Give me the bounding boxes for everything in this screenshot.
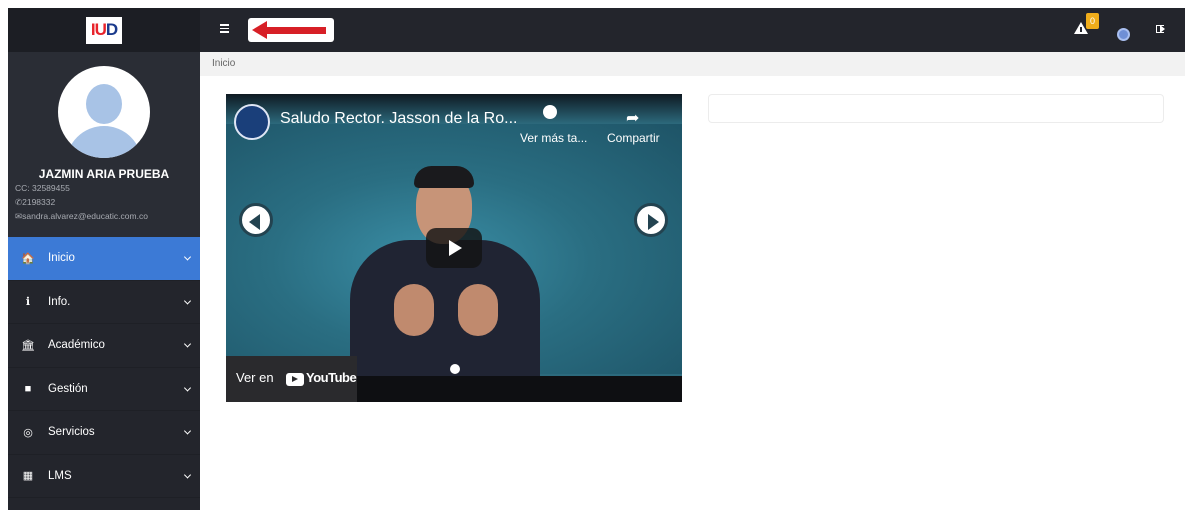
arrow-shaft-shape (266, 27, 326, 34)
hamburger-menu-icon[interactable] (220, 24, 229, 33)
sidebar-item-servicios[interactable]: ◎ Servicios (8, 411, 200, 455)
logo-text-b: D (105, 20, 118, 39)
play-button[interactable] (426, 228, 482, 268)
share-icon[interactable]: ➦ (626, 108, 639, 128)
sidebar-item-label: Gestión (48, 382, 88, 395)
sidebar-item-label: LMS (48, 469, 72, 482)
logo-bar: IU D (8, 8, 200, 52)
university-icon: 🏛 (21, 339, 35, 352)
sidebar-item-info[interactable]: ℹ Info. (8, 281, 200, 324)
sidebar-item-lms[interactable]: ▦ LMS (8, 455, 200, 498)
watch-on-youtube-button[interactable]: Ver en YouTube (226, 356, 357, 402)
user-email: sandra.alvarez@educatic.com.co (22, 211, 148, 221)
youtube-logo-icon (286, 373, 304, 386)
chevron-down-icon (183, 340, 192, 348)
breadcrumb-current[interactable]: Inicio (212, 58, 235, 69)
user-email-row: ✉sandra.alvarez@educatic.com.co (8, 210, 200, 223)
user-id: CC: 32589455 (15, 183, 70, 193)
notification-badge: 0 (1086, 13, 1099, 29)
breadcrumb: Inicio (200, 52, 1185, 76)
youtube-wordmark: YouTube (306, 370, 357, 385)
warning-mark (1080, 27, 1082, 32)
carousel-prev-button[interactable] (239, 203, 273, 237)
avatar-body-shape (66, 126, 142, 158)
avatar-head-shape (86, 84, 122, 124)
chevron-down-icon (183, 471, 192, 479)
grid-icon: ▦ (22, 470, 34, 483)
info-icon: ℹ (25, 296, 31, 309)
user-profile: JAZMIN ARIA PRUEBA CC: 32589455 ✆2198332… (8, 52, 200, 237)
channel-avatar[interactable] (234, 104, 270, 140)
sidebar: IU D JAZMIN ARIA PRUEBA CC: 32589455 ✆219… (8, 8, 200, 510)
carousel-next-button[interactable] (634, 203, 668, 237)
chevron-down-icon (183, 427, 192, 435)
chevron-down-icon (183, 384, 192, 392)
carousel-dot[interactable] (450, 364, 460, 374)
sidebar-item-label: Académico (48, 339, 105, 352)
home-icon: 🏠 (21, 252, 35, 265)
red-arrow-annotation (248, 18, 334, 42)
sidebar-item-label: Inicio (48, 252, 75, 265)
sidebar-item-gestion[interactable]: ■ Gestión (8, 368, 200, 411)
user-phone-row: ✆2198332 (8, 196, 200, 209)
avatar (58, 66, 150, 158)
top-bar: 0 (200, 8, 1185, 52)
user-name: JAZMIN ARIA PRUEBA (38, 167, 170, 181)
user-menu-avatar[interactable] (1117, 28, 1130, 41)
arrow-head-shape (252, 21, 267, 39)
watch-on-label: Ver en (236, 370, 274, 385)
user-phone: 2198332 (22, 197, 56, 207)
sidebar-item-academico[interactable]: 🏛 Académico (8, 324, 200, 368)
chevron-down-icon (183, 253, 192, 261)
sidebar-item-label: Info. (48, 295, 71, 308)
logout-arrow-shape (1160, 25, 1165, 33)
brand-logo[interactable]: IU D (86, 16, 122, 44)
sidebar-item-inicio[interactable]: 🏠 Inicio (8, 237, 200, 281)
logo-text-a: IU (90, 20, 107, 39)
share-label[interactable]: Compartir (607, 131, 660, 145)
video-title[interactable]: Saludo Rector. Jasson de la Ro... (280, 110, 517, 128)
sidebar-nav: 🏠 Inicio ℹ Info. 🏛 Académico ■ Gestión ◎… (8, 237, 200, 498)
content-card (708, 94, 1164, 123)
watch-later-label[interactable]: Ver más ta... (520, 131, 587, 145)
folder-icon: ■ (24, 382, 32, 395)
clock-icon[interactable] (543, 105, 557, 119)
video-player[interactable]: Saludo Rector. Jasson de la Ro... Ver má… (226, 94, 682, 402)
comment-icon: ◎ (23, 426, 33, 439)
sidebar-item-label: Servicios (48, 426, 95, 439)
chevron-down-icon (183, 297, 192, 305)
